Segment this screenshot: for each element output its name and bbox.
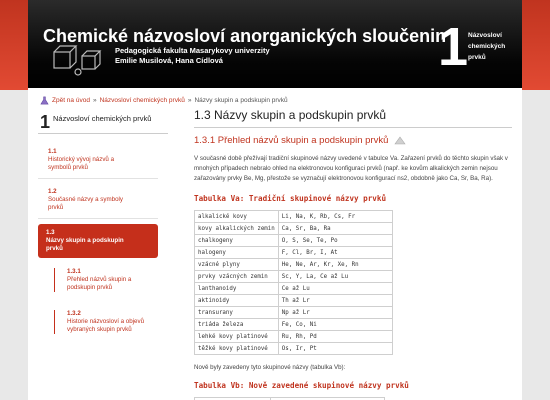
table-row: chalkogeny O, S, Se, Te, Po bbox=[194, 234, 393, 247]
sidebar-subitem-label: Přehled názvů skupin a podskupin prvků bbox=[67, 276, 132, 291]
sidebar-number: 1 bbox=[40, 112, 51, 132]
sidebar-subitem-number: 1.3.2 bbox=[67, 310, 81, 317]
table-row: lehké kovy platinové Ru, Rh, Pd bbox=[194, 330, 393, 343]
sidebar-item-1-1[interactable]: 1.1 Historický vývoj názvů a symbolů prv… bbox=[38, 148, 168, 172]
sidebar-item-1-3[interactable]: 1.3 Názvy skupin a podskupin prvků bbox=[38, 224, 158, 258]
elements-cell: Ca, Sr, Ba, Ra bbox=[277, 222, 393, 235]
group-name-cell: triáda železa bbox=[194, 318, 279, 331]
breadcrumb-parent-link[interactable]: Názvosloví chemických prvků bbox=[100, 97, 185, 104]
elements-cell: Os, Ir, Pt bbox=[277, 342, 393, 355]
sidebar-subitem-1-3-2[interactable]: 1.3.2 Historie názvosloví a objevů vybra… bbox=[54, 310, 164, 334]
sidebar: 1 Názvosloví chemických prvků 1.1 Histor… bbox=[38, 108, 168, 400]
page-title: 1.3 Názvy skupin a podskupin prvků bbox=[194, 108, 512, 128]
table-row: transurany Np až Lr bbox=[194, 306, 393, 319]
table-a-title: Tabulka Va: Tradiční skupinové názvy prv… bbox=[194, 194, 387, 203]
group-name-cell: prvky vzácných zemin bbox=[194, 270, 279, 283]
table-b-intro: Nově byly zavedeny tyto skupinové názvy … bbox=[194, 364, 346, 371]
table-row: lanthanoidy Ce až Lu bbox=[194, 282, 393, 295]
sidebar-item-number: 1.2 bbox=[48, 188, 57, 195]
elements-cell: Np až Lr bbox=[277, 306, 393, 319]
sidebar-item-label: Historický vývoj názvů a symbolů prvků bbox=[48, 156, 115, 171]
table-row: kovy alkalických zemin Ca, Sr, Ba, Ra bbox=[194, 222, 393, 235]
group-name-cell: transurany bbox=[194, 306, 279, 319]
table-row: vzácné plyny He, Ne, Ar, Kr, Xe, Rn bbox=[194, 258, 393, 271]
group-name-cell: alkalické kovy bbox=[194, 210, 279, 223]
table-row: halogeny F, Cl, Br, I, At bbox=[194, 246, 393, 259]
main-content: 1.3 Názvy skupin a podskupin prvků 1.3.1… bbox=[194, 108, 512, 400]
sidebar-divider bbox=[38, 218, 158, 219]
breadcrumb-separator: » bbox=[187, 97, 192, 104]
sidebar-item-number: 1.3 bbox=[46, 229, 55, 236]
sidebar-item-1-2[interactable]: 1.2 Současné názvy a symboly prvků bbox=[38, 188, 168, 212]
breadcrumb-separator: » bbox=[92, 97, 97, 104]
table-row: alkalické kovy Li, Na, K, Rb, Cs, Fr bbox=[194, 210, 393, 223]
header-section-label: Názvosloví chemických prvků bbox=[468, 32, 506, 61]
table-row: těžké kovy platinové Os, Ir, Pt bbox=[194, 342, 393, 355]
group-name-cell: lehké kovy platinové bbox=[194, 330, 279, 343]
sidebar-item-number: 1.1 bbox=[48, 148, 57, 155]
header-authors: Emilie Musilová, Hana Cídlová bbox=[115, 56, 223, 65]
group-name-cell: kovy alkalických zemin bbox=[194, 222, 279, 235]
table-row: triáda železa Fe, Co, Ni bbox=[194, 318, 393, 331]
sidebar-subitem-1-3-1[interactable]: 1.3.1 Přehled názvů skupin a podskupin p… bbox=[54, 268, 164, 292]
up-arrow-icon[interactable] bbox=[394, 136, 406, 145]
elements-cell: Li, Na, K, Rb, Cs, Fr bbox=[277, 210, 393, 223]
table-a: alkalické kovy Li, Na, K, Rb, Cs, Fr kovy … bbox=[194, 210, 393, 355]
elements-cell: Ru, Rh, Pd bbox=[277, 330, 393, 343]
elements-cell: Ce až Lu bbox=[277, 282, 393, 295]
breadcrumb: Zpět na úvod » Názvosloví chemických prv… bbox=[40, 96, 288, 105]
sidebar-item-label: Názvy skupin a podskupin prvků bbox=[46, 237, 124, 252]
flask-icon bbox=[40, 96, 49, 105]
site-header: Chemické názvosloví anorganických slouče… bbox=[28, 0, 522, 88]
elements-cell: F, Cl, Br, I, At bbox=[277, 246, 393, 259]
group-name-cell: lanthanoidy bbox=[194, 282, 279, 295]
elements-cell: Th až Lr bbox=[277, 294, 393, 307]
elements-cell: He, Ne, Ar, Kr, Xe, Rn bbox=[277, 258, 393, 271]
section-subtitle: 1.3.1 Přehled názvů skupin a podskupin p… bbox=[194, 135, 512, 146]
breadcrumb-current: Názvy skupin a podskupin prvků bbox=[194, 97, 288, 104]
elements-cell: Fe, Co, Ni bbox=[277, 318, 393, 331]
group-name-cell: halogeny bbox=[194, 246, 279, 259]
group-name-cell: chalkogeny bbox=[194, 234, 279, 247]
header-section-number: 1 bbox=[438, 17, 469, 77]
section-subtitle-text: 1.3.1 Přehled názvů skupin a podskupin p… bbox=[194, 135, 389, 146]
elements-cell: O, S, Se, Te, Po bbox=[277, 234, 393, 247]
group-name-cell: aktinoidy bbox=[194, 294, 279, 307]
intro-paragraph: V současné době přežívají tradiční skupi… bbox=[194, 155, 508, 182]
group-name-cell: těžké kovy platinové bbox=[194, 342, 279, 355]
group-name-cell: vzácné plyny bbox=[194, 258, 279, 271]
sidebar-title: Názvosloví chemických prvků bbox=[53, 114, 152, 123]
table-row: prvky vzácných zemin Sc, Y, La, Ce až Lu bbox=[194, 270, 393, 283]
header-faculty: Pedagogická fakulta Masarykovy univerzit… bbox=[115, 46, 270, 55]
sidebar-divider bbox=[38, 178, 158, 179]
sidebar-subitem-number: 1.3.1 bbox=[67, 268, 81, 275]
site-title: Chemické názvosloví anorganických slouče… bbox=[43, 26, 447, 46]
sidebar-item-label: Současné názvy a symboly prvků bbox=[48, 196, 123, 211]
table-row: aktinoidy Th až Lr bbox=[194, 294, 393, 307]
sidebar-subitem-label: Historie názvosloví a objevů vybraných s… bbox=[67, 318, 145, 333]
table-b-title: Tabulka Vb: Nově zavedené skupinové názv… bbox=[194, 381, 409, 390]
breadcrumb-home-link[interactable]: Zpět na úvod bbox=[52, 97, 90, 104]
elements-cell: Sc, Y, La, Ce až Lu bbox=[277, 270, 393, 283]
sidebar-header: 1 Názvosloví chemických prvků bbox=[38, 108, 168, 134]
page-container: Chemické názvosloví anorganických slouče… bbox=[28, 0, 522, 400]
